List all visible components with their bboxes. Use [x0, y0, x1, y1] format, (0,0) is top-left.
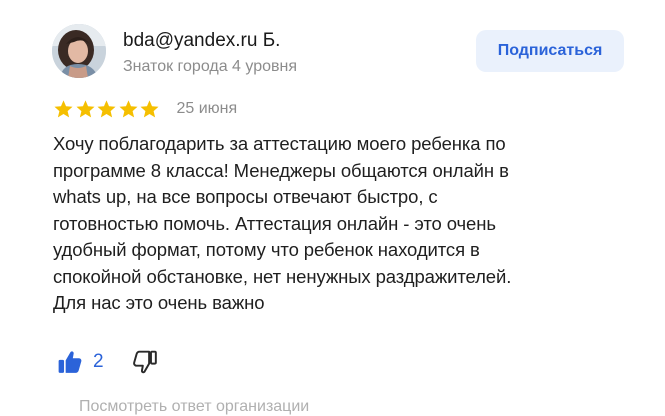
- org-reply-link[interactable]: Посмотреть ответ организации: [79, 398, 309, 416]
- review-header: bda@yandex.ru Б. Знаток города 4 уровня …: [52, 24, 632, 82]
- dislike-button[interactable]: [132, 349, 158, 375]
- user-photo-avatar: [52, 24, 106, 78]
- user-level: Знаток города 4 уровня: [123, 58, 298, 75]
- review-date: 25 июня: [176, 100, 238, 117]
- user-name[interactable]: bda@yandex.ru Б.: [123, 30, 280, 52]
- review-text: Хочу поблагодарить за аттестацию моего р…: [53, 133, 512, 313]
- reactions-bar: 2: [57, 348, 158, 376]
- thumbs-up-filled-icon: [58, 351, 82, 373]
- star-icon: [118, 99, 139, 120]
- like-button[interactable]: 2: [57, 349, 104, 375]
- like-count: 2: [93, 351, 104, 372]
- thumbs-down-outline-icon: [132, 350, 157, 374]
- star-icon: [75, 99, 96, 120]
- subscribe-button[interactable]: Подписаться: [476, 30, 624, 72]
- rating-row: 25 июня: [53, 97, 237, 121]
- star-icon: [139, 99, 160, 120]
- star-rating: [53, 99, 161, 120]
- star-icon: [96, 99, 117, 120]
- star-icon: [53, 99, 74, 120]
- user-avatar[interactable]: [52, 24, 106, 78]
